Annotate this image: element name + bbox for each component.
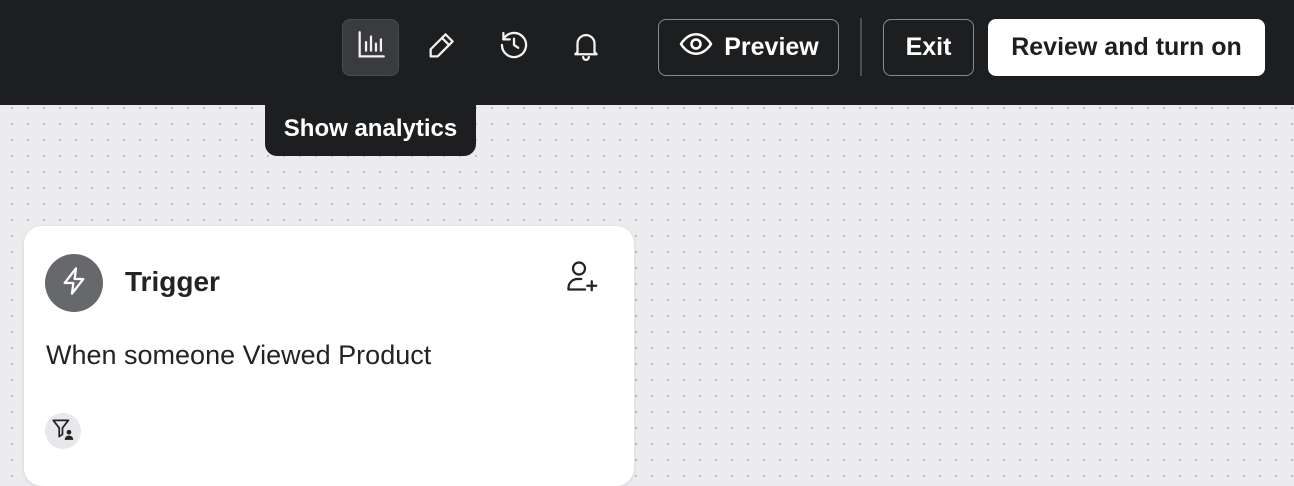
- trigger-description: When someone Viewed Product: [46, 340, 432, 370]
- top-toolbar: Preview Exit Review and turn on: [0, 0, 1294, 105]
- review-label: Review and turn on: [1011, 33, 1242, 61]
- eye-icon: [678, 26, 724, 69]
- preview-label: Preview: [724, 33, 819, 61]
- profile-filter-button[interactable]: [45, 413, 81, 449]
- preview-button[interactable]: Preview: [658, 19, 839, 76]
- exit-label: Exit: [905, 33, 952, 61]
- analytics-button[interactable]: [342, 19, 399, 76]
- lightning-icon: [58, 265, 90, 302]
- pencil-icon: [425, 28, 459, 67]
- trigger-title: Trigger: [125, 266, 220, 297]
- bar-chart-icon: [354, 28, 388, 67]
- history-button[interactable]: [485, 19, 542, 76]
- review-and-turn-on-button[interactable]: Review and turn on: [988, 19, 1265, 76]
- tooltip-text: Show analytics: [283, 114, 458, 142]
- analytics-tooltip: Show analytics: [265, 91, 476, 156]
- add-person-icon: [564, 258, 600, 299]
- bell-icon: [569, 28, 603, 67]
- history-icon: [497, 28, 531, 67]
- exit-button[interactable]: Exit: [883, 19, 974, 76]
- add-person-button[interactable]: [562, 258, 602, 298]
- edit-button[interactable]: [413, 19, 470, 76]
- filter-person-icon: [50, 416, 76, 447]
- notifications-button[interactable]: [557, 19, 614, 76]
- toolbar-divider: [860, 18, 862, 76]
- trigger-card[interactable]: Trigger When someone Viewed Product: [24, 226, 634, 486]
- trigger-icon-badge: [45, 254, 103, 312]
